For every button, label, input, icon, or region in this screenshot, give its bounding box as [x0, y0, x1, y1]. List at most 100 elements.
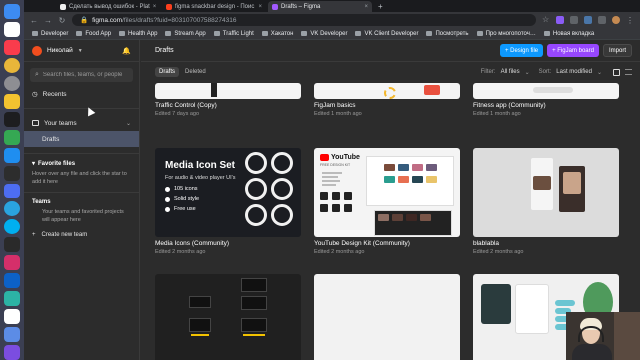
- reload-icon[interactable]: ↻: [58, 16, 66, 25]
- close-icon[interactable]: ×: [153, 4, 157, 10]
- file-thumbnail: [473, 148, 619, 237]
- app-icon[interactable]: [4, 309, 20, 325]
- video-tile: [406, 214, 417, 221]
- video-tile: [412, 164, 423, 171]
- intellij-icon[interactable]: [4, 255, 20, 271]
- close-icon[interactable]: ×: [258, 4, 262, 10]
- browser-tab[interactable]: Сделать вывод ошибок - Plat ×: [56, 1, 160, 12]
- filter-dropdown[interactable]: All files: [501, 69, 520, 75]
- grid-view-icon[interactable]: [613, 68, 620, 76]
- app-icon[interactable]: [4, 327, 20, 343]
- extension-icon[interactable]: [556, 16, 564, 24]
- file-card[interactable]: blablabla Edited 2 months ago: [473, 148, 619, 255]
- app-icon[interactable]: [4, 291, 20, 307]
- app-icon[interactable]: [4, 345, 20, 360]
- file-card[interactable]: FigJam basics Edited 1 month ago: [314, 83, 460, 117]
- divider: [24, 153, 139, 154]
- bookmark-item[interactable]: Про многопоточ…: [476, 31, 536, 37]
- account-switcher[interactable]: Николай ▼ 🔔: [24, 40, 139, 62]
- xcode-icon[interactable]: [4, 147, 20, 163]
- thumbnail-line: [322, 184, 336, 186]
- new-figjam-board-button[interactable]: + FigJam board: [547, 44, 599, 57]
- address-bar[interactable]: 🔒 figma.com/files/drafts?fuid=8031070075…: [72, 14, 536, 26]
- sidebar-item-recents[interactable]: ◷ Recents: [24, 86, 139, 102]
- calendar-icon[interactable]: [4, 21, 20, 37]
- bookmark-item[interactable]: Stream App: [165, 31, 206, 37]
- favorite-files-heading[interactable]: ▾ Favorite files: [24, 160, 139, 168]
- skype-icon[interactable]: [4, 219, 20, 235]
- bookmark-item[interactable]: Food App: [76, 31, 111, 37]
- app-icon[interactable]: [4, 111, 20, 127]
- bookmark-item[interactable]: Health App: [119, 31, 157, 37]
- file-card[interactable]: Fitness app (Community) Edited 1 month a…: [473, 83, 619, 117]
- video-tile: [332, 192, 340, 200]
- app-icon[interactable]: [4, 273, 20, 289]
- chrome-icon[interactable]: [4, 57, 20, 73]
- bookmark-item[interactable]: VK Developer: [301, 31, 347, 37]
- page-title: Drafts: [155, 47, 174, 54]
- sort-dropdown[interactable]: Last modified: [556, 69, 592, 75]
- file-card[interactable]: [314, 274, 460, 360]
- music-icon[interactable]: [4, 39, 20, 55]
- file-card[interactable]: Media Icon Set For audio & video player …: [155, 148, 301, 255]
- bookmark-item[interactable]: Посмотреть: [426, 30, 469, 37]
- bookmark-label: Посмотреть: [435, 30, 469, 37]
- settings-icon[interactable]: [4, 75, 20, 91]
- search-box[interactable]: ⌕: [30, 68, 133, 82]
- file-name: Traffic Control (Copy): [155, 102, 217, 109]
- bookmark-item[interactable]: VK Client Developer: [355, 31, 418, 37]
- thumbnail-photo: [563, 172, 581, 194]
- search-input[interactable]: [42, 72, 128, 78]
- sidebar-item-your-teams[interactable]: Your teams ⌄: [24, 115, 139, 131]
- back-icon[interactable]: ←: [30, 16, 38, 25]
- teams-hint: Your teams and favorited projects will a…: [42, 209, 124, 223]
- file-card[interactable]: YouTube FREE DESIGN KIT YouTube Design K…: [314, 148, 460, 255]
- file-thumbnail: [155, 274, 301, 360]
- bell-icon[interactable]: 🔔: [122, 47, 131, 55]
- app-icon[interactable]: [4, 237, 20, 253]
- filter-label: Filter:: [480, 69, 496, 75]
- tab-label: figma snackbar design - Поис: [175, 3, 255, 10]
- list-view-icon[interactable]: [625, 69, 632, 75]
- app-icon[interactable]: [4, 93, 20, 109]
- tab-deleted[interactable]: Deleted: [181, 67, 210, 77]
- telegram-icon[interactable]: [4, 201, 20, 217]
- section-title: Favorite files: [38, 160, 76, 167]
- screen: Сделать вывод ошибок - Plat × figma snac…: [0, 0, 640, 360]
- file-card[interactable]: [155, 274, 301, 360]
- thumbnail-line: [322, 176, 338, 178]
- import-button[interactable]: Import: [602, 44, 632, 57]
- bookmark-item[interactable]: Новая вкладка: [543, 31, 594, 37]
- close-icon[interactable]: ×: [364, 4, 368, 10]
- puzzle-icon[interactable]: [598, 16, 606, 24]
- browser-tab[interactable]: figma snackbar design - Поис ×: [162, 1, 266, 12]
- forward-icon[interactable]: →: [44, 16, 52, 25]
- bookmark-item[interactable]: Developer: [32, 31, 68, 37]
- bookmark-item[interactable]: Хакатон: [261, 31, 293, 37]
- thumbnail-shape: [533, 87, 573, 93]
- bookmark-star-icon[interactable]: ☆: [542, 16, 550, 24]
- header: Drafts + Design file + FigJam board Impo…: [141, 40, 640, 62]
- chevron-down-icon[interactable]: ⌄: [126, 120, 131, 127]
- figma-app: Николай ▼ 🔔 ⌕ ◷ Recents Your teams ⌄ Dra…: [24, 40, 640, 360]
- extension-icon[interactable]: [570, 16, 578, 24]
- bookmark-item[interactable]: Traffic Light: [213, 31, 254, 37]
- sidebar-item-drafts[interactable]: Drafts: [24, 131, 139, 147]
- browser-tab-active[interactable]: Drafts – Figma ×: [268, 1, 372, 12]
- app-icon[interactable]: [4, 183, 20, 199]
- profile-avatar[interactable]: [612, 16, 620, 24]
- create-team-button[interactable]: + Create new team: [24, 224, 139, 238]
- finder-icon[interactable]: [4, 4, 20, 19]
- new-tab-icon[interactable]: +: [374, 1, 387, 12]
- app-icon[interactable]: [4, 129, 20, 145]
- thumbnail-shape: [211, 83, 217, 97]
- tab-drafts[interactable]: Drafts: [155, 67, 180, 77]
- vk-extension-icon[interactable]: [584, 16, 592, 24]
- app-icon[interactable]: [4, 165, 20, 181]
- menu-dots-icon[interactable]: ⋮: [626, 16, 634, 25]
- file-card[interactable]: Traffic Control (Copy) Edited 7 days ago: [155, 83, 301, 117]
- video-tile: [384, 176, 395, 183]
- main-panel: Drafts + Design file + FigJam board Impo…: [141, 40, 640, 360]
- new-design-file-button[interactable]: + Design file: [499, 44, 544, 57]
- thumbnail-line: [191, 334, 209, 336]
